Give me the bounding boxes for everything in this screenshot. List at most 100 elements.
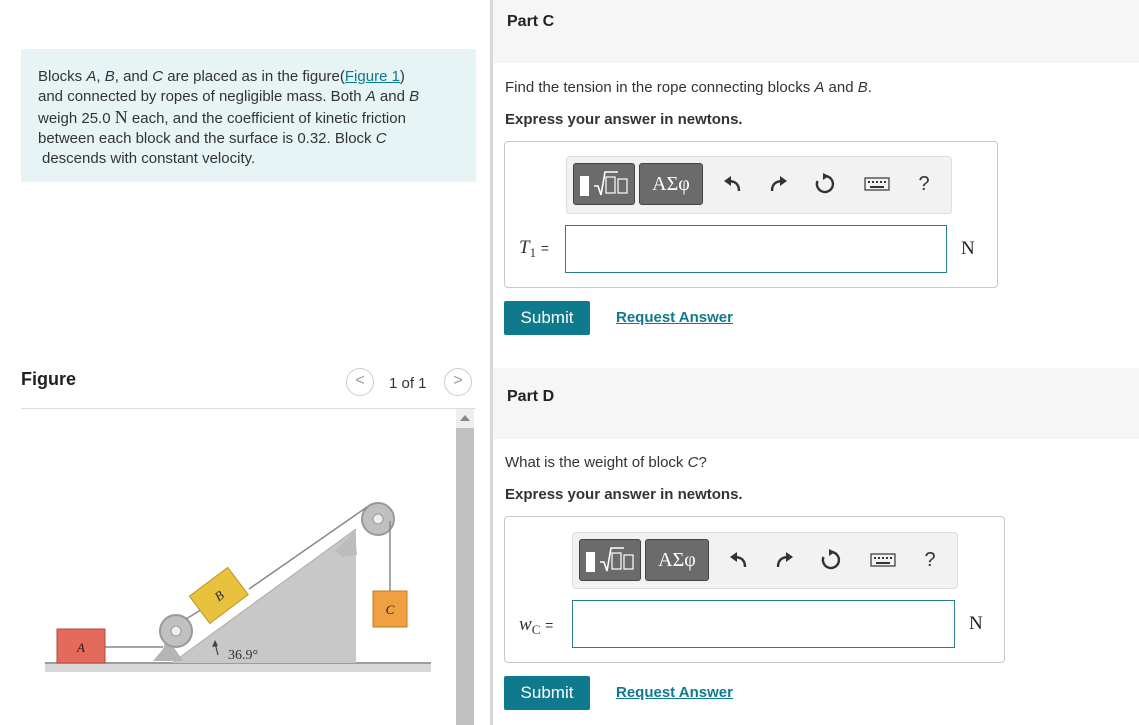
- figure-title: Figure: [21, 369, 77, 389]
- var-b: B: [104, 68, 115, 85]
- help-button[interactable]: ?: [909, 157, 939, 211]
- part-c-unit: N: [961, 238, 975, 259]
- problem-text: and: [375, 88, 410, 105]
- problem-text: ): [399, 68, 405, 85]
- column-divider: [490, 0, 493, 725]
- reset-button[interactable]: [810, 157, 840, 211]
- chevron-left-icon: <: [355, 372, 365, 389]
- help-icon: ?: [918, 172, 930, 195]
- figure-illustration: A B C 36.9°: [45, 502, 431, 672]
- var-a: A: [814, 79, 825, 96]
- problem-text: are placed as in the figure(: [163, 68, 345, 85]
- variable-subscript: 1: [529, 245, 537, 260]
- part-d-answer-box: ΑΣφ ? wC = N: [504, 516, 1005, 663]
- help-icon: ?: [924, 548, 936, 571]
- equals-sign: =: [545, 617, 554, 633]
- keyboard-icon: [864, 177, 890, 191]
- variable-name: w: [519, 614, 532, 635]
- problem-text: and connected by ropes of negligible mas…: [38, 88, 366, 105]
- part-c-instruction: Express your answer in newtons.: [505, 111, 743, 128]
- problem-text: descends with constant velocity.: [42, 150, 256, 167]
- reset-button[interactable]: [816, 533, 846, 587]
- var-a: A: [86, 68, 97, 85]
- greek-button[interactable]: ΑΣφ: [639, 163, 703, 205]
- templates-icon: [580, 171, 628, 196]
- problem-text: , and: [114, 68, 153, 85]
- part-d-question: What is the weight of block C?: [505, 454, 707, 471]
- part-d-request-answer-link[interactable]: Request Answer: [616, 684, 733, 701]
- unit-newton: N: [114, 107, 128, 127]
- var-a: A: [365, 88, 376, 105]
- part-c-answer-box: ΑΣφ ? T1 = N: [504, 141, 998, 288]
- part-c-title: Part C: [507, 13, 555, 30]
- figure-prev-button[interactable]: <: [346, 368, 374, 396]
- templates-icon: [586, 547, 634, 572]
- bottom-pulley-axle: [170, 625, 182, 637]
- problem-text: ,: [96, 68, 105, 85]
- figure-link[interactable]: Figure 1: [345, 68, 400, 85]
- angle-label: 36.9°: [228, 648, 258, 663]
- part-c-submit-button[interactable]: Submit: [504, 301, 590, 335]
- part-d-title: Part D: [507, 388, 555, 405]
- part-c-header: Part C: [493, 0, 1139, 63]
- redo-icon: [770, 176, 787, 192]
- question-text: What is the weight of block: [505, 454, 688, 471]
- reset-icon: [815, 173, 835, 194]
- var-b: B: [857, 79, 868, 96]
- greek-icon: ΑΣφ: [658, 549, 696, 571]
- greek-icon: ΑΣφ: [652, 173, 690, 195]
- part-d-submit-button[interactable]: Submit: [504, 676, 590, 710]
- problem-text: each, and the coefficient of kinetic fri…: [127, 110, 406, 127]
- undo-icon: [730, 552, 747, 568]
- equals-sign: =: [540, 240, 550, 256]
- top-pulley-axle: [372, 513, 384, 525]
- keyboard-button[interactable]: [865, 533, 901, 587]
- undo-button[interactable]: [723, 533, 753, 587]
- redo-button[interactable]: [770, 533, 800, 587]
- var-c: C: [687, 454, 699, 471]
- var-c: C: [152, 68, 164, 85]
- templates-button[interactable]: [579, 539, 641, 581]
- undo-button[interactable]: [717, 157, 747, 211]
- part-d-instruction: Express your answer in newtons.: [505, 486, 743, 503]
- scrollbar-thumb[interactable]: [456, 428, 474, 725]
- question-text: and: [824, 79, 858, 96]
- figure-next-button[interactable]: >: [444, 368, 472, 396]
- part-c-question: Find the tension in the rope connecting …: [505, 79, 872, 96]
- block-c-label: C: [386, 602, 395, 617]
- undo-icon: [724, 176, 741, 192]
- reset-icon: [821, 549, 841, 570]
- problem-text: between each block and the surface is 0.…: [38, 130, 376, 147]
- figure-scrollbar[interactable]: [456, 409, 474, 725]
- problem-text: Blocks: [38, 68, 87, 85]
- question-text: .: [867, 79, 872, 96]
- variable-subscript: C: [531, 622, 541, 637]
- help-button[interactable]: ?: [915, 533, 945, 587]
- redo-button[interactable]: [764, 157, 794, 211]
- var-c: C: [375, 130, 387, 147]
- part-d-answer-input[interactable]: [572, 600, 955, 648]
- templates-button[interactable]: [573, 163, 635, 205]
- greek-button[interactable]: ΑΣφ: [645, 539, 709, 581]
- problem-line-4: between each block and the surface is 0.…: [38, 129, 460, 149]
- problem-line-2: and connected by ropes of negligible mas…: [38, 87, 460, 107]
- part-c-variable: T1 =: [519, 237, 549, 261]
- question-text: Find the tension in the rope connecting …: [505, 79, 815, 96]
- problem-line-3: weigh 25.0 N each, and the coefficient o…: [38, 107, 460, 129]
- figure-pager: 1 of 1: [389, 375, 427, 392]
- var-b: B: [409, 88, 420, 105]
- block-a-label: A: [76, 640, 85, 655]
- part-d-header: Part D: [493, 368, 1139, 439]
- part-d-unit: N: [969, 613, 983, 634]
- part-c-request-answer-link[interactable]: Request Answer: [616, 309, 733, 326]
- variable-name: T: [519, 237, 530, 258]
- part-d-toolbar: ΑΣφ ?: [572, 532, 958, 589]
- part-c-toolbar: ΑΣφ ?: [566, 156, 952, 214]
- scroll-up-icon[interactable]: [460, 415, 470, 421]
- keyboard-button[interactable]: [859, 157, 895, 211]
- problem-line-1: Blocks A, B, and C are placed as in the …: [38, 67, 460, 87]
- part-c-answer-input[interactable]: [565, 225, 947, 273]
- question-text: ?: [698, 454, 707, 471]
- keyboard-icon: [870, 553, 896, 567]
- redo-icon: [776, 552, 793, 568]
